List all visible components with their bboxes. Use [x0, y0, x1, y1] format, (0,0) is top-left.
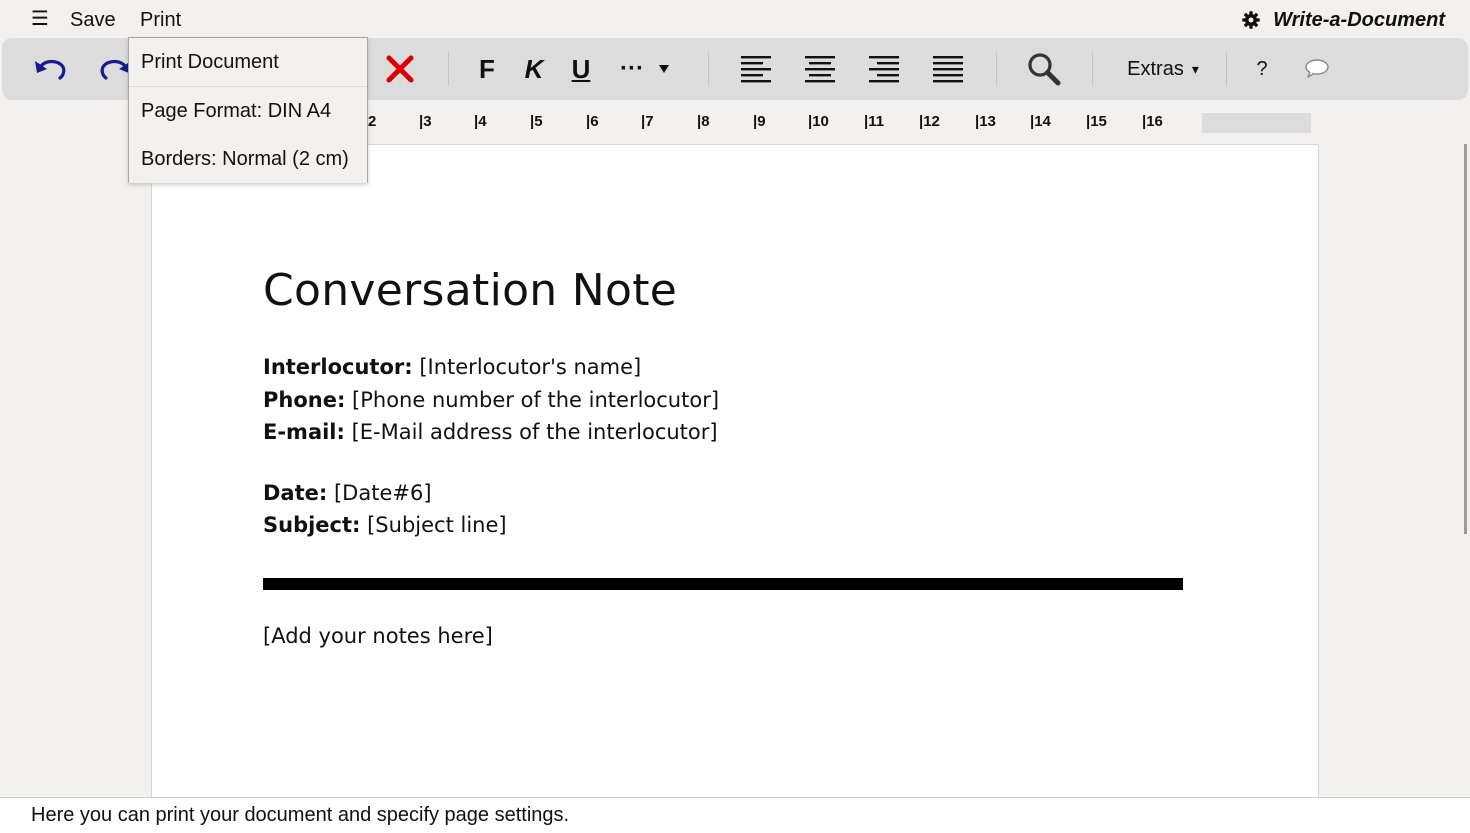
toolbar-separator	[708, 52, 709, 86]
ruler-mark: |7	[641, 113, 654, 130]
undo-button[interactable]	[30, 49, 70, 89]
ruler-mark: |8	[697, 113, 710, 130]
document-title[interactable]: Conversation Note	[263, 263, 1183, 319]
document-page[interactable]: Conversation Note Interlocutor: [Interlo…	[151, 144, 1319, 804]
page-format-label: Page Format: DIN A4	[141, 100, 332, 122]
align-center-button[interactable]	[802, 49, 838, 89]
toolbar-separator	[996, 52, 997, 86]
delete-button[interactable]	[382, 49, 418, 89]
print-document-label: Print Document	[141, 51, 279, 73]
subject-label: Subject:	[263, 513, 361, 537]
menu-bar: ☰ Save Print Write-a-Document	[0, 0, 1470, 38]
ruler-margin-area	[1202, 113, 1311, 133]
ruler-mark: |11	[864, 113, 885, 130]
ruler-mark: |5	[530, 113, 543, 130]
ruler-mark: |6	[586, 113, 599, 130]
help-button[interactable]: ?	[1248, 49, 1276, 89]
borders-label: Borders: Normal (2 cm)	[141, 148, 349, 170]
vertical-scrollbar[interactable]	[1464, 144, 1467, 534]
ruler-mark: |4	[474, 113, 487, 130]
save-menu-button[interactable]: Save	[70, 9, 116, 31]
print-dropdown-menu: Print Document Page Format: DIN A4 Borde…	[128, 37, 368, 183]
gear-icon[interactable]	[1241, 10, 1261, 30]
italic-button[interactable]: K	[519, 49, 549, 89]
ruler-mark: |9	[753, 113, 766, 130]
subject-line[interactable]: Subject: [Subject line]	[263, 509, 1183, 542]
date-label: Date:	[263, 480, 328, 505]
triangle-down-icon	[659, 65, 669, 73]
status-message: Here you can print your document and spe…	[31, 804, 570, 826]
extras-dropdown-arrow: ▾	[1191, 60, 1199, 77]
justify-button[interactable]	[930, 49, 966, 89]
phone-line[interactable]: Phone: [Phone number of the interlocutor…	[263, 384, 1183, 417]
search-button[interactable]	[1024, 49, 1064, 89]
ruler-mark: 2	[368, 113, 377, 130]
toolbar-separator	[1092, 52, 1093, 86]
email-line[interactable]: E-mail: [E-Mail address of the interlocu…	[263, 416, 1183, 449]
subject-value: [Subject line]	[360, 513, 507, 537]
status-bar: Here you can print your document and spe…	[0, 797, 1470, 833]
align-left-button[interactable]	[738, 49, 774, 89]
ruler-mark: |13	[975, 113, 996, 130]
ruler-mark: |15	[1086, 113, 1107, 130]
hamburger-menu-icon[interactable]: ☰	[31, 8, 49, 30]
email-label: E-mail:	[263, 420, 345, 444]
document-content[interactable]: Conversation Note Interlocutor: [Interlo…	[263, 263, 1183, 652]
align-center-icon	[805, 56, 835, 83]
phone-label: Phone:	[263, 387, 346, 412]
toolbar-separator	[1226, 52, 1227, 86]
magnifier-icon	[1028, 53, 1061, 86]
underline-button[interactable]: U	[566, 49, 596, 89]
speech-bubble-icon	[1305, 59, 1329, 78]
more-formats-dropdown[interactable]	[654, 49, 674, 89]
undo-icon	[35, 59, 66, 80]
ruler-mark: |14	[1030, 113, 1051, 130]
bold-button[interactable]: F	[472, 49, 502, 89]
align-left-icon	[741, 56, 771, 83]
interlocutor-label: Interlocutor:	[263, 355, 413, 379]
app-title: Write-a-Document	[1273, 9, 1445, 31]
more-formats-button[interactable]: ···	[616, 49, 648, 89]
interlocutor-line[interactable]: Interlocutor: [Interlocutor's name]	[263, 351, 1183, 384]
ruler-mark: |10	[808, 113, 829, 130]
date-line[interactable]: Date: [Date#6]	[263, 477, 1183, 510]
toolbar-separator	[448, 52, 449, 86]
phone-value: [Phone number of the interlocutor]	[345, 387, 720, 412]
notes-placeholder[interactable]: [Add your notes here]	[263, 620, 1183, 653]
borders-item[interactable]: Borders: Normal (2 cm)	[129, 135, 367, 183]
ruler-mark: |16	[1142, 113, 1163, 130]
ruler-mark: |3	[419, 113, 432, 130]
app-brand: Write-a-Document	[1241, 8, 1445, 32]
align-right-button[interactable]	[866, 49, 902, 89]
extras-label: Extras	[1127, 57, 1184, 80]
print-document-item[interactable]: Print Document	[129, 38, 367, 86]
align-right-icon	[869, 56, 899, 83]
comment-button[interactable]	[1302, 49, 1332, 89]
align-justify-icon	[933, 56, 963, 83]
ruler-mark: |12	[919, 113, 940, 130]
email-value: [E-Mail address of the interlocutor]	[344, 420, 718, 444]
print-menu-button[interactable]: Print	[140, 9, 181, 31]
delete-x-icon	[386, 55, 414, 83]
page-format-item[interactable]: Page Format: DIN A4	[129, 87, 367, 135]
date-value: [Date#6]	[327, 480, 432, 505]
horizontal-rule	[263, 577, 1183, 590]
extras-menu-button[interactable]: Extras ▾	[1118, 49, 1208, 89]
interlocutor-value: [Interlocutor's name]	[412, 355, 642, 379]
